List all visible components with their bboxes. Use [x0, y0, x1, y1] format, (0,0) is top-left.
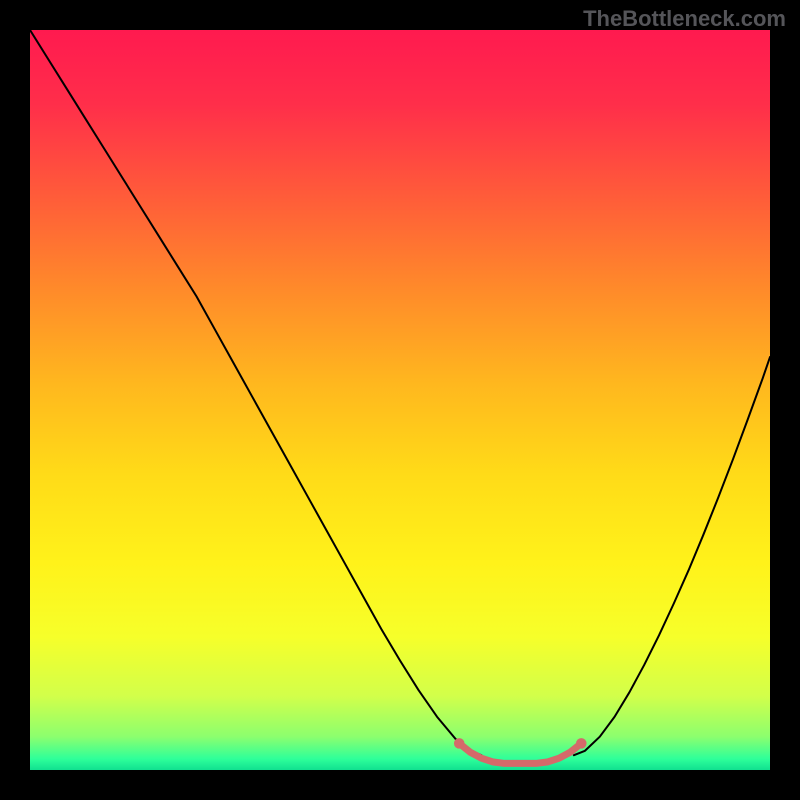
plot-area: [30, 30, 770, 770]
series-endpoint: [576, 738, 587, 749]
watermark-text: TheBottleneck.com: [583, 6, 786, 32]
chart-svg: [30, 30, 770, 770]
chart-container: TheBottleneck.com: [0, 0, 800, 800]
series-endpoint: [454, 738, 465, 749]
